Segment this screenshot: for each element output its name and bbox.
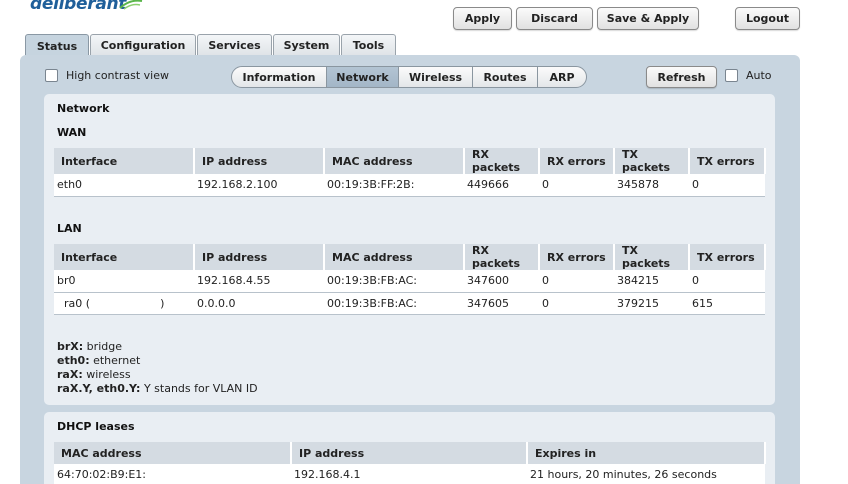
legend-ethernet: eth0: ethernet: [57, 354, 141, 367]
mac-text: 00:19:3B:FF:2B:: [327, 178, 415, 192]
table-row: eth0 192.168.2.100 00:19:3B:FF:2B: 44966…: [54, 174, 765, 197]
cell-tx-errors: 615: [689, 292, 765, 315]
cell-tx-packets: 384215: [614, 270, 689, 293]
wan-table: Interface IP address MAC address RX pack…: [54, 148, 766, 197]
auto-checkbox[interactable]: [725, 69, 738, 82]
col-tx-packets: TX packets: [614, 244, 690, 270]
tab-tools[interactable]: Tools: [341, 34, 396, 56]
cell-rx-packets: 449666: [464, 174, 539, 197]
col-rx-packets: RX packets: [464, 148, 540, 174]
cell-tx-errors: 0: [689, 174, 765, 197]
auto-refresh-option: Auto: [725, 69, 772, 82]
subtab-network[interactable]: Network: [327, 67, 399, 87]
redaction-mark: [416, 298, 431, 309]
redaction-mark: [146, 470, 161, 481]
network-section: Network WAN Interface IP address MAC add…: [44, 94, 775, 405]
cell-tx-errors: 0: [689, 270, 765, 293]
legend-bridge: brX: bridge: [57, 340, 122, 353]
cell-mac: 64:70:02:B9:E1:: [54, 464, 291, 484]
high-contrast-label: High contrast view: [66, 69, 169, 82]
auto-label: Auto: [746, 69, 772, 82]
apply-button[interactable]: Apply: [453, 7, 512, 30]
brand-logo: deliberant: [30, 0, 127, 14]
col-tx-errors: TX errors: [689, 148, 766, 174]
network-title: Network: [57, 102, 110, 115]
col-tx-errors: TX errors: [689, 244, 766, 270]
cell-interface: eth0: [54, 174, 194, 197]
mac-text: 64:70:02:B9:E1:: [57, 468, 147, 482]
tab-services[interactable]: Services: [197, 34, 272, 56]
interface-text: ra0 (: [64, 296, 91, 310]
col-mac-address: MAC address: [324, 244, 465, 270]
logout-button[interactable]: Logout: [735, 7, 800, 30]
mac-text: 00:19:3B:FB:AC:: [327, 296, 417, 310]
col-ip-address: IP address: [194, 148, 325, 174]
col-rx-errors: RX errors: [539, 148, 615, 174]
cell-expires: 21 hours, 20 minutes, 26 seconds: [527, 464, 765, 484]
tab-system[interactable]: System: [273, 34, 340, 56]
col-expires-in: Expires in: [527, 442, 766, 464]
wan-title: WAN: [57, 126, 87, 139]
cell-ip: 192.168.2.100: [194, 174, 324, 197]
cell-ip: 192.168.4.55: [194, 270, 324, 293]
subtab-arp[interactable]: ARP: [538, 67, 586, 87]
col-interface: Interface: [54, 148, 195, 174]
col-ip-address: IP address: [291, 442, 528, 464]
logo-swoosh-icon: [119, 0, 143, 10]
main-tabs: Status Configuration Services System Too…: [25, 34, 397, 57]
dhcp-title: DHCP leases: [57, 420, 135, 433]
lan-table: Interface IP address MAC address RX pack…: [54, 244, 766, 315]
table-row: 64:70:02:B9:E1: 192.168.4.1 21 hours, 20…: [54, 464, 765, 484]
redaction-mark: [416, 276, 431, 287]
table-row: br0 192.168.4.55 00:19:3B:FB:AC: 347600 …: [54, 270, 765, 293]
col-rx-errors: RX errors: [539, 244, 615, 270]
cell-mac: 00:19:3B:FB:AC:: [324, 270, 464, 293]
cell-ip: 192.168.4.1: [291, 464, 527, 484]
tab-status[interactable]: Status: [25, 34, 89, 57]
sub-tabs: Information Network Wireless Routes ARP: [231, 66, 587, 88]
redaction-mark: [414, 180, 429, 191]
cell-rx-packets: 347600: [464, 270, 539, 293]
col-mac-address: MAC address: [324, 148, 465, 174]
col-ip-address: IP address: [194, 244, 325, 270]
redaction-mark: [90, 298, 161, 309]
cell-interface: br0: [54, 270, 194, 293]
dhcp-table: MAC address IP address Expires in 64:70:…: [54, 442, 766, 484]
subtab-routes[interactable]: Routes: [473, 67, 538, 87]
legend-wireless: raX: wireless: [57, 368, 131, 381]
cell-rx-errors: 0: [539, 174, 614, 197]
cell-mac: 00:19:3B:FB:AC:: [324, 292, 464, 315]
discard-button[interactable]: Discard: [516, 7, 593, 30]
high-contrast-checkbox[interactable]: [45, 69, 58, 82]
col-mac-address: MAC address: [54, 442, 292, 464]
legend-vlan: raX.Y, eth0.Y: Y stands for VLAN ID: [57, 382, 258, 395]
refresh-button[interactable]: Refresh: [646, 66, 717, 88]
interface-suffix: ): [160, 296, 165, 310]
mac-text: 00:19:3B:FB:AC:: [327, 274, 417, 288]
cell-ip: 0.0.0.0: [194, 292, 324, 315]
cell-rx-packets: 347605: [464, 292, 539, 315]
subtab-wireless[interactable]: Wireless: [399, 67, 473, 87]
cell-tx-packets: 379215: [614, 292, 689, 315]
lan-header-row: Interface IP address MAC address RX pack…: [54, 244, 766, 270]
dhcp-section: DHCP leases MAC address IP address Expir…: [44, 412, 775, 484]
cell-interface: ra0 (): [54, 292, 194, 315]
cell-tx-packets: 345878: [614, 174, 689, 197]
col-interface: Interface: [54, 244, 195, 270]
cell-mac: 00:19:3B:FF:2B:: [324, 174, 464, 197]
col-tx-packets: TX packets: [614, 148, 690, 174]
wan-header-row: Interface IP address MAC address RX pack…: [54, 148, 766, 174]
table-row: ra0 () 0.0.0.0 00:19:3B:FB:AC: 347605 0 …: [54, 292, 765, 315]
dhcp-header-row: MAC address IP address Expires in: [54, 442, 766, 464]
col-rx-packets: RX packets: [464, 244, 540, 270]
cell-rx-errors: 0: [539, 292, 614, 315]
high-contrast-option: High contrast view: [45, 69, 169, 82]
tab-configuration[interactable]: Configuration: [90, 34, 196, 56]
cell-rx-errors: 0: [539, 270, 614, 293]
save-apply-button[interactable]: Save & Apply: [597, 7, 699, 30]
lan-title: LAN: [57, 222, 82, 235]
subtab-information[interactable]: Information: [232, 67, 327, 87]
